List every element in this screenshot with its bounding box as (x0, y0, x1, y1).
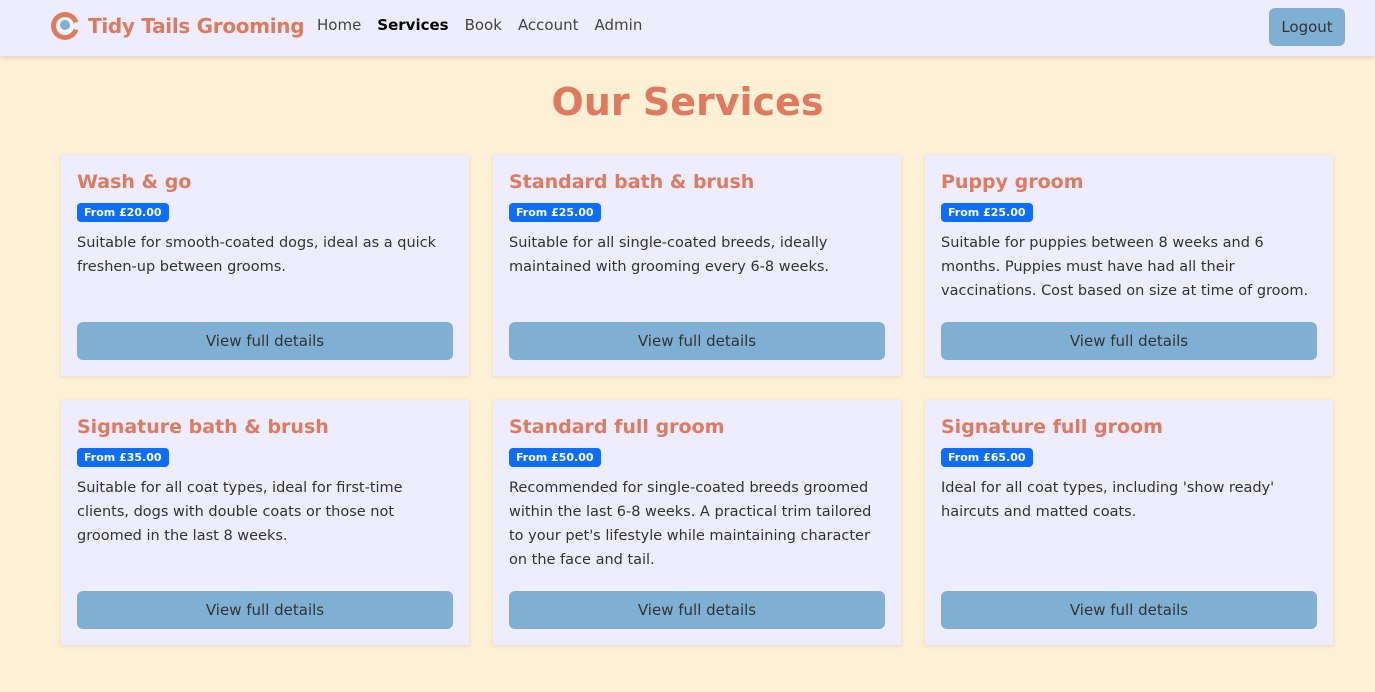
nav-link-account[interactable]: Account (518, 16, 579, 34)
brand[interactable]: Tidy Tails Grooming (51, 12, 305, 40)
view-details-button[interactable]: View full details (509, 591, 885, 629)
nav-links: Home Services Book Account Admin (317, 16, 658, 34)
service-title: Standard bath & brush (509, 171, 755, 193)
service-description: Recommended for single-coated breeds gro… (509, 480, 872, 568)
price-badge: From £50.00 (509, 448, 601, 467)
service-title: Signature full groom (941, 416, 1163, 438)
service-description: Suitable for all single-coated breeds, i… (509, 235, 829, 275)
view-details-button[interactable]: View full details (941, 591, 1317, 629)
nav-link-home[interactable]: Home (317, 16, 361, 34)
service-description: Suitable for puppies between 8 weeks and… (941, 235, 1309, 299)
brand-name[interactable]: Tidy Tails Grooming (88, 14, 305, 38)
nav-link-admin[interactable]: Admin (595, 16, 643, 34)
service-card: Puppy groom From £25.00 Suitable for pup… (925, 155, 1333, 376)
services-grid: Wash & go From £20.00 Suitable for smoot… (61, 155, 1333, 645)
price-badge: From £20.00 (77, 203, 169, 222)
service-card: Wash & go From £20.00 Suitable for smoot… (61, 155, 469, 376)
service-description: Suitable for all coat types, ideal for f… (77, 480, 403, 544)
price-badge: From £25.00 (941, 203, 1033, 222)
page-title: Our Services (551, 80, 824, 124)
price-badge: From £25.00 (509, 203, 601, 222)
service-card: Signature bath & brush From £35.00 Suita… (61, 400, 469, 645)
service-title: Standard full groom (509, 416, 725, 438)
view-details-button[interactable]: View full details (509, 322, 885, 360)
service-card: Standard full groom From £50.00 Recommen… (493, 400, 901, 645)
view-details-button[interactable]: View full details (941, 322, 1317, 360)
service-card: Standard bath & brush From £25.00 Suitab… (493, 155, 901, 376)
service-description: Ideal for all coat types, including 'sho… (941, 480, 1275, 520)
price-badge: From £65.00 (941, 448, 1033, 467)
service-card: Signature full groom From £65.00 Ideal f… (925, 400, 1333, 645)
nav-link-book[interactable]: Book (465, 16, 502, 34)
paw-logo-icon (51, 12, 81, 40)
nav-link-services[interactable]: Services (377, 16, 448, 34)
logout-button[interactable]: Logout (1269, 8, 1345, 46)
service-title: Wash & go (77, 171, 192, 193)
service-description: Suitable for smooth-coated dogs, ideal a… (77, 235, 437, 275)
view-details-button[interactable]: View full details (77, 322, 453, 360)
service-title: Signature bath & brush (77, 416, 329, 438)
view-details-button[interactable]: View full details (77, 591, 453, 629)
navbar: Tidy Tails Grooming Home Services Book A… (0, 0, 1375, 56)
service-title: Puppy groom (941, 171, 1084, 193)
price-badge: From £35.00 (77, 448, 169, 467)
